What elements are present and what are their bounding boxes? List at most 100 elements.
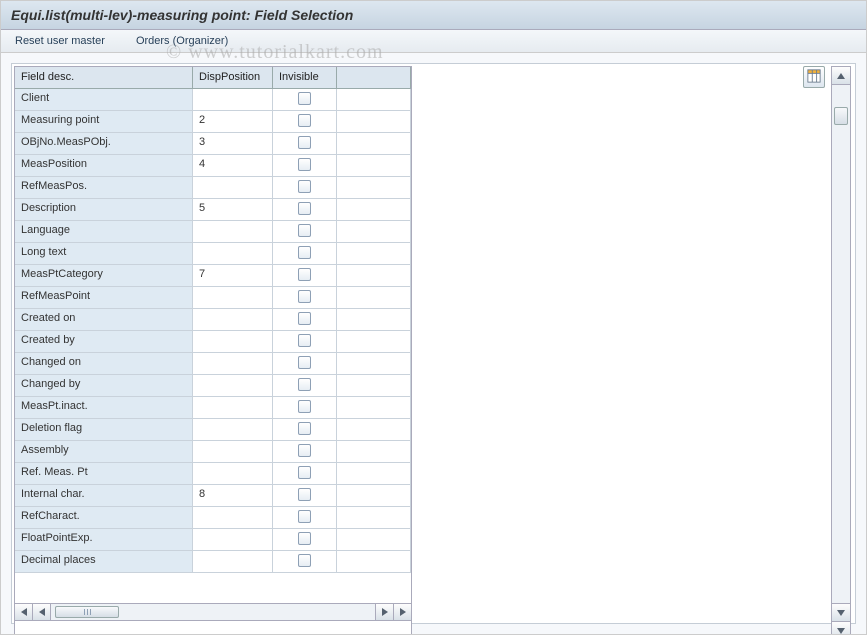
invisible-checkbox[interactable] <box>298 554 311 567</box>
invisible-checkbox[interactable] <box>298 466 311 479</box>
table-row[interactable]: Language <box>15 221 411 243</box>
disp-position-cell[interactable]: 7 <box>193 265 273 286</box>
field-desc-cell[interactable]: RefMeasPos. <box>15 177 193 198</box>
table-row[interactable]: Long text <box>15 243 411 265</box>
field-desc-cell[interactable]: Client <box>15 89 193 110</box>
table-row[interactable]: MeasPtCategory7 <box>15 265 411 287</box>
horizontal-scrollbar[interactable] <box>14 603 412 621</box>
invisible-checkbox[interactable] <box>298 136 311 149</box>
invisible-checkbox[interactable] <box>298 268 311 281</box>
field-desc-cell[interactable]: Created on <box>15 309 193 330</box>
table-row[interactable]: Description5 <box>15 199 411 221</box>
field-desc-cell[interactable]: OBjNo.MeasPObj. <box>15 133 193 154</box>
invisible-checkbox[interactable] <box>298 114 311 127</box>
invisible-cell[interactable] <box>273 419 337 440</box>
col-field-desc[interactable]: Field desc. <box>15 67 193 88</box>
field-desc-cell[interactable]: Decimal places <box>15 551 193 572</box>
invisible-cell[interactable] <box>273 177 337 198</box>
invisible-cell[interactable] <box>273 529 337 550</box>
disp-position-cell[interactable] <box>193 507 273 528</box>
invisible-cell[interactable] <box>273 485 337 506</box>
disp-position-cell[interactable] <box>193 419 273 440</box>
scroll-first-button[interactable] <box>15 604 33 620</box>
disp-position-cell[interactable] <box>193 309 273 330</box>
disp-position-cell[interactable] <box>193 441 273 462</box>
field-desc-cell[interactable]: Description <box>15 199 193 220</box>
invisible-cell[interactable] <box>273 199 337 220</box>
invisible-cell[interactable] <box>273 221 337 242</box>
invisible-checkbox[interactable] <box>298 400 311 413</box>
field-desc-cell[interactable]: MeasPtCategory <box>15 265 193 286</box>
invisible-checkbox[interactable] <box>298 378 311 391</box>
disp-position-cell[interactable]: 8 <box>193 485 273 506</box>
invisible-cell[interactable] <box>273 111 337 132</box>
invisible-checkbox[interactable] <box>298 92 311 105</box>
scroll-up-button[interactable] <box>832 67 850 85</box>
table-row[interactable]: Decimal places <box>15 551 411 573</box>
disp-position-cell[interactable] <box>193 89 273 110</box>
invisible-checkbox[interactable] <box>298 158 311 171</box>
disp-position-cell[interactable] <box>193 243 273 264</box>
table-row[interactable]: Internal char.8 <box>15 485 411 507</box>
table-row[interactable]: OBjNo.MeasPObj.3 <box>15 133 411 155</box>
invisible-cell[interactable] <box>273 331 337 352</box>
invisible-checkbox[interactable] <box>298 290 311 303</box>
field-desc-cell[interactable]: Changed on <box>15 353 193 374</box>
col-invisible[interactable]: Invisible <box>273 67 337 88</box>
invisible-cell[interactable] <box>273 463 337 484</box>
invisible-cell[interactable] <box>273 309 337 330</box>
invisible-checkbox[interactable] <box>298 202 311 215</box>
field-desc-cell[interactable]: Ref. Meas. Pt <box>15 463 193 484</box>
table-row[interactable]: Measuring point2 <box>15 111 411 133</box>
invisible-checkbox[interactable] <box>298 334 311 347</box>
vertical-scrollbar[interactable] <box>831 66 851 635</box>
invisible-cell[interactable] <box>273 551 337 572</box>
table-row[interactable]: Created by <box>15 331 411 353</box>
table-row[interactable]: MeasPt.inact. <box>15 397 411 419</box>
disp-position-cell[interactable]: 3 <box>193 133 273 154</box>
invisible-cell[interactable] <box>273 287 337 308</box>
table-row[interactable]: RefCharact. <box>15 507 411 529</box>
col-disp-position[interactable]: DispPosition <box>193 67 273 88</box>
scroll-last-button[interactable] <box>393 604 411 620</box>
invisible-cell[interactable] <box>273 133 337 154</box>
table-row[interactable]: Created on <box>15 309 411 331</box>
disp-position-cell[interactable]: 2 <box>193 111 273 132</box>
invisible-checkbox[interactable] <box>298 356 311 369</box>
field-desc-cell[interactable]: RefCharact. <box>15 507 193 528</box>
scroll-end-button[interactable] <box>832 621 850 635</box>
disp-position-cell[interactable] <box>193 287 273 308</box>
disp-position-cell[interactable] <box>193 529 273 550</box>
table-row[interactable]: Ref. Meas. Pt <box>15 463 411 485</box>
orders-organizer-button[interactable]: Orders (Organizer) <box>136 35 228 47</box>
disp-position-cell[interactable] <box>193 221 273 242</box>
horizontal-scroll-thumb[interactable] <box>55 606 119 618</box>
invisible-cell[interactable] <box>273 375 337 396</box>
invisible-cell[interactable] <box>273 155 337 176</box>
invisible-checkbox[interactable] <box>298 444 311 457</box>
table-row[interactable]: RefMeasPos. <box>15 177 411 199</box>
reset-user-master-button[interactable]: Reset user master <box>15 35 105 47</box>
invisible-cell[interactable] <box>273 243 337 264</box>
disp-position-cell[interactable] <box>193 397 273 418</box>
table-row[interactable]: MeasPosition4 <box>15 155 411 177</box>
field-desc-cell[interactable]: MeasPosition <box>15 155 193 176</box>
invisible-checkbox[interactable] <box>298 510 311 523</box>
invisible-checkbox[interactable] <box>298 246 311 259</box>
field-desc-cell[interactable]: Long text <box>15 243 193 264</box>
disp-position-cell[interactable] <box>193 463 273 484</box>
field-desc-cell[interactable]: RefMeasPoint <box>15 287 193 308</box>
field-desc-cell[interactable]: Internal char. <box>15 485 193 506</box>
table-row[interactable]: Changed by <box>15 375 411 397</box>
field-desc-cell[interactable]: Created by <box>15 331 193 352</box>
table-config-button[interactable] <box>803 66 825 88</box>
field-desc-cell[interactable]: Changed by <box>15 375 193 396</box>
disp-position-cell[interactable]: 5 <box>193 199 273 220</box>
field-desc-cell[interactable]: Assembly <box>15 441 193 462</box>
disp-position-cell[interactable]: 4 <box>193 155 273 176</box>
invisible-cell[interactable] <box>273 265 337 286</box>
invisible-cell[interactable] <box>273 89 337 110</box>
invisible-checkbox[interactable] <box>298 488 311 501</box>
field-desc-cell[interactable]: FloatPointExp. <box>15 529 193 550</box>
invisible-checkbox[interactable] <box>298 312 311 325</box>
